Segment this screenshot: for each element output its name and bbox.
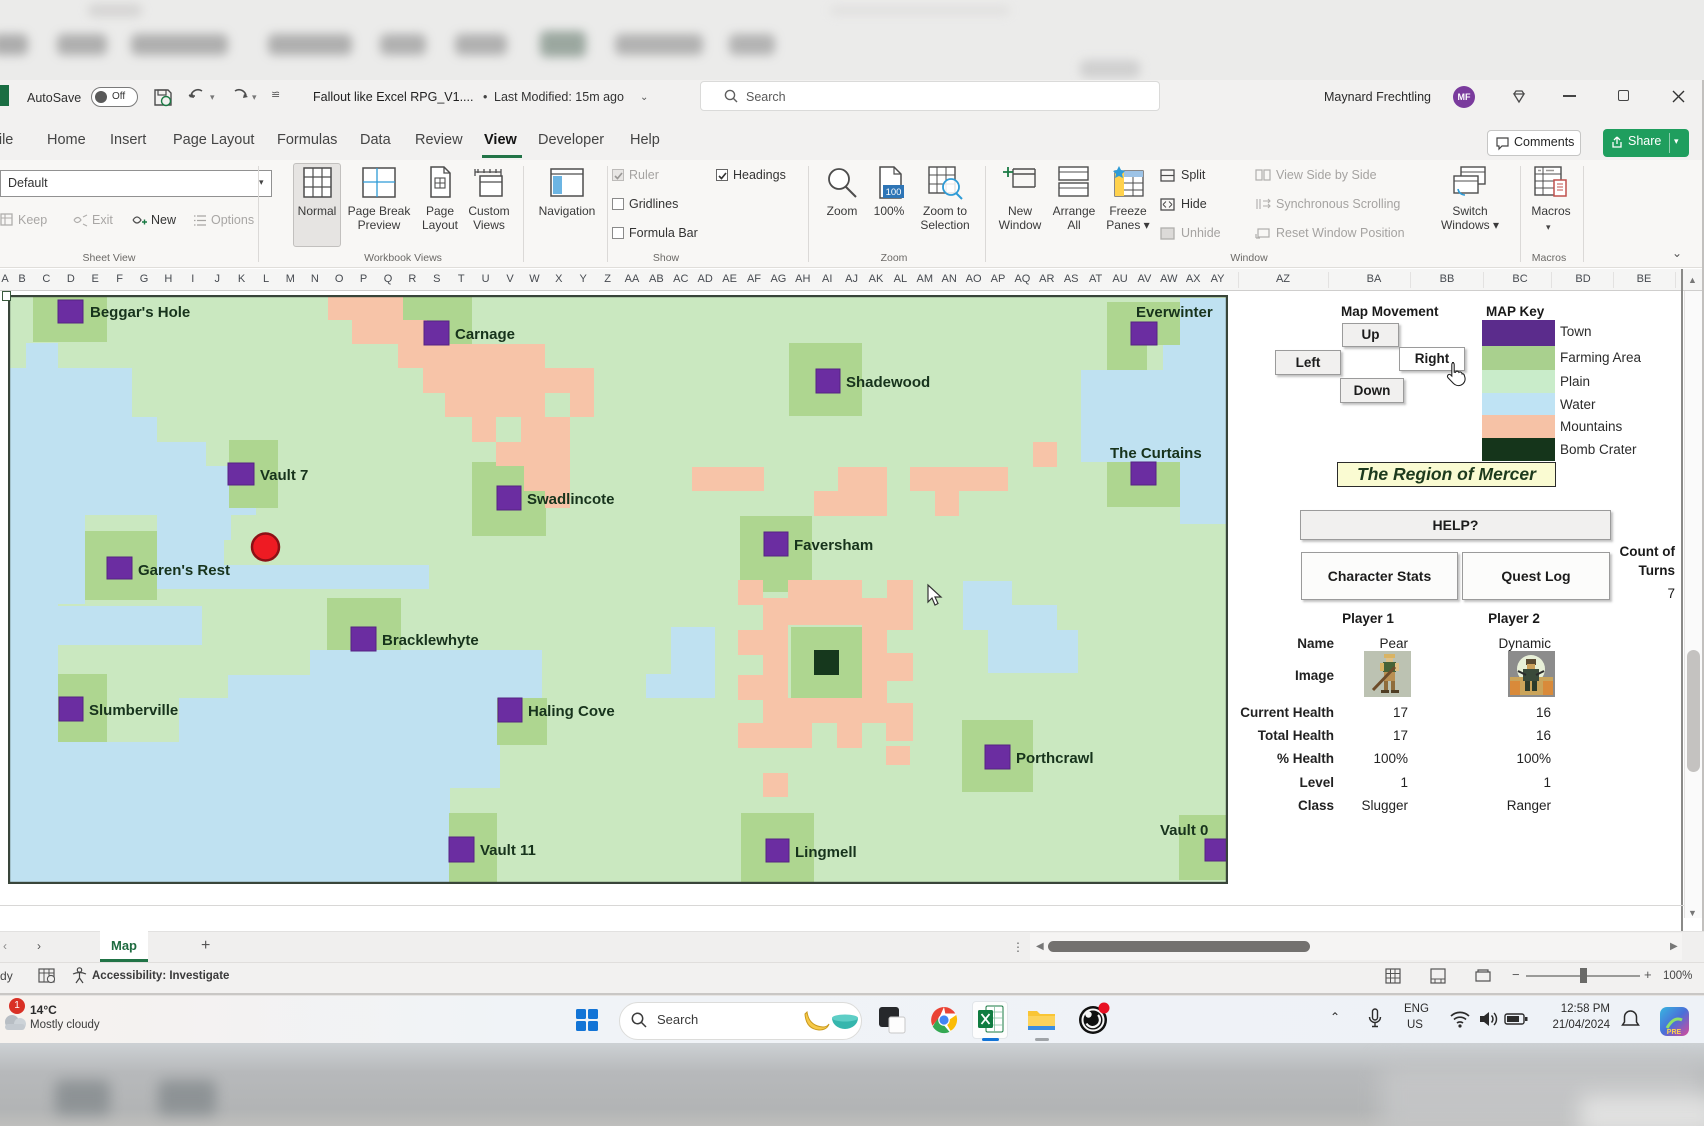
svg-text:100: 100 (886, 187, 902, 198)
svg-text:Everwinter: Everwinter (1136, 304, 1213, 321)
svg-text:Shadewood: Shadewood (846, 374, 930, 391)
svg-text:Slumberville: Slumberville (89, 702, 178, 719)
svg-text:The Curtains: The Curtains (1110, 445, 1202, 462)
svg-text:Beggar's Hole: Beggar's Hole (90, 304, 190, 321)
svg-text:Swadlincote: Swadlincote (527, 491, 615, 508)
svg-text:PRE: PRE (1667, 1029, 1682, 1036)
svg-text:Haling Cove: Haling Cove (528, 703, 615, 720)
svg-text:Vault 0: Vault 0 (1160, 822, 1208, 839)
svg-text:Garen's Rest: Garen's Rest (138, 562, 230, 579)
svg-text:Carnage: Carnage (455, 326, 515, 343)
svg-text:Faversham: Faversham (794, 537, 873, 554)
svg-text:Porthcrawl: Porthcrawl (1016, 750, 1094, 767)
svg-text:Vault 11: Vault 11 (480, 842, 536, 859)
svg-text:Lingmell: Lingmell (795, 844, 857, 861)
svg-text:Vault 7: Vault 7 (260, 467, 308, 484)
svg-text:Bracklewhyte: Bracklewhyte (382, 632, 479, 649)
